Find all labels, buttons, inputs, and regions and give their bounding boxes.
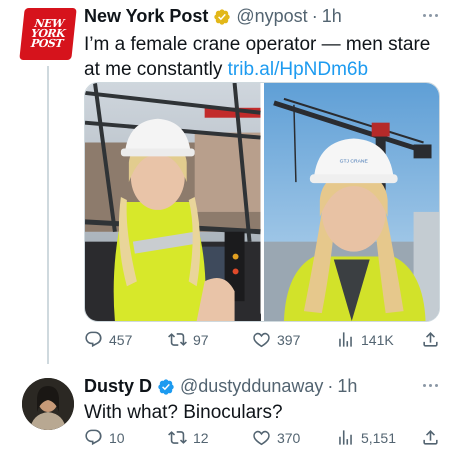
share-icon	[423, 430, 438, 445]
retweet-count: 12	[192, 429, 209, 446]
reply-icon	[85, 429, 102, 446]
share-button[interactable]	[420, 428, 440, 447]
dusty-avatar-image	[22, 378, 74, 430]
separator-dot: ·	[327, 376, 334, 396]
reply-button[interactable]: 10	[84, 428, 144, 447]
timestamp[interactable]: 1h	[322, 6, 342, 27]
retweet-button[interactable]: 97	[168, 330, 228, 349]
verified-badge-icon	[214, 8, 231, 25]
reply-author-handle[interactable]: @dustyddunaway	[180, 376, 323, 397]
more-icon[interactable]	[423, 384, 438, 387]
bar-chart-icon	[339, 332, 352, 347]
hard-hat-text: GTJ CRANE	[339, 158, 368, 164]
reply-header: Dusty D @dustyddunaway · 1h	[84, 376, 357, 397]
logo-line-3: POST	[30, 37, 64, 50]
like-button[interactable]: 397	[252, 330, 312, 349]
reply-count: 457	[109, 331, 133, 348]
views-button[interactable]: 5,151	[336, 428, 396, 447]
reply-text: With what? Binoculars?	[84, 402, 283, 423]
reply-count: 10	[109, 429, 125, 446]
share-icon	[423, 332, 438, 347]
tweet-link[interactable]: trib.al/HpNDm6b	[228, 59, 368, 80]
tweet-header: New York Post @nypost · 1h	[84, 6, 342, 27]
views-count: 5,151	[360, 429, 396, 446]
reply-icon	[85, 331, 102, 348]
photo-operator-in-cab-image	[85, 83, 261, 321]
verified-badge-icon	[158, 378, 174, 395]
more-icon[interactable]	[423, 14, 438, 17]
retweet-icon	[168, 431, 187, 444]
main-tweet[interactable]: NEW YORK POST New York Post @nypost · 1h…	[0, 0, 460, 370]
views-count: 141K	[361, 331, 394, 348]
reply-button[interactable]: 457	[84, 330, 144, 349]
author-name[interactable]: New York Post	[84, 6, 208, 27]
reply-timestamp[interactable]: 1h	[337, 376, 357, 397]
nypost-avatar[interactable]: NEW YORK POST	[19, 8, 77, 60]
thread-line	[47, 66, 49, 364]
like-button[interactable]: 370	[252, 428, 312, 447]
retweet-icon	[168, 333, 187, 346]
dusty-avatar[interactable]	[22, 378, 74, 430]
photo-selfie-with-crane[interactable]: GTJ CRANE	[263, 83, 439, 321]
heart-icon	[253, 332, 270, 348]
heart-icon	[253, 430, 270, 446]
retweet-button[interactable]: 12	[168, 428, 228, 447]
action-bar: 457 97 397 141K	[84, 330, 440, 349]
share-button[interactable]	[420, 330, 440, 349]
author-handle[interactable]: @nypost	[236, 6, 307, 27]
retweet-count: 97	[193, 331, 209, 348]
photo-selfie-with-crane-image: GTJ CRANE	[263, 83, 439, 321]
reply-action-bar: 10 12 370 5,151	[84, 428, 440, 447]
views-button[interactable]: 141K	[336, 330, 396, 349]
like-count: 397	[277, 331, 301, 348]
like-count: 370	[276, 429, 301, 446]
reply-author-name[interactable]: Dusty D	[84, 376, 152, 397]
tweet-media[interactable]: GTJ CRANE	[84, 82, 440, 322]
reply-tweet[interactable]: Dusty D @dustyddunaway · 1h With what? B…	[0, 370, 460, 455]
tweet-text: I’m a female crane operator — men stare …	[84, 32, 444, 82]
bar-chart-icon	[339, 430, 352, 445]
photo-operator-in-cab[interactable]	[85, 83, 261, 321]
separator-dot: ·	[311, 6, 318, 26]
